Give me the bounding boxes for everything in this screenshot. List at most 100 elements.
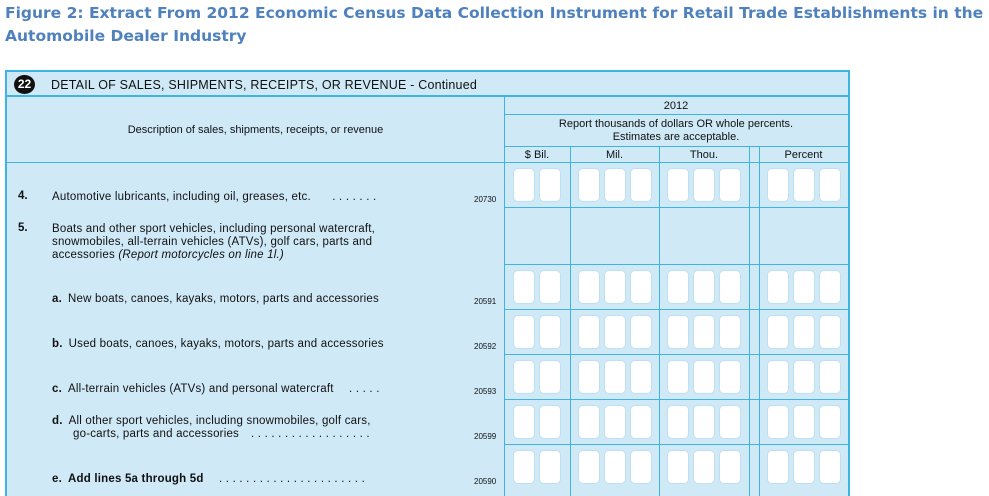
digit-cell[interactable]	[719, 270, 741, 304]
digit-cell[interactable]	[693, 405, 715, 439]
digit-cell[interactable]	[792, 405, 815, 439]
digit-cell[interactable]	[577, 360, 600, 394]
digit-cell[interactable]	[667, 168, 689, 202]
digit-cell[interactable]	[719, 168, 741, 202]
digit-cell[interactable]	[667, 315, 689, 349]
line-4-thou-input[interactable]	[659, 168, 749, 202]
digit-cell[interactable]	[539, 450, 561, 484]
digit-cell[interactable]	[667, 360, 689, 394]
digit-cell[interactable]	[792, 450, 815, 484]
digit-cell[interactable]	[629, 315, 652, 349]
line-5c-percent-input[interactable]	[759, 360, 848, 394]
line-5c-thou-input[interactable]	[659, 360, 749, 394]
digit-cell[interactable]	[818, 168, 841, 202]
line-5b-percent-input[interactable]	[759, 315, 848, 349]
line-5b-mil-input[interactable]	[570, 315, 659, 349]
section-title: DETAIL OF SALES, SHIPMENTS, RECEIPTS, OR…	[51, 78, 478, 92]
entry-row-divider	[504, 264, 848, 265]
digit-cell[interactable]	[818, 360, 841, 394]
digit-cell[interactable]	[513, 315, 535, 349]
line-5a-code: 20591	[474, 297, 497, 306]
line-5e-thou-input[interactable]	[659, 450, 749, 484]
digit-cell[interactable]	[603, 168, 626, 202]
digit-cell[interactable]	[513, 360, 535, 394]
digit-cell[interactable]	[766, 315, 789, 349]
digit-cell[interactable]	[513, 450, 535, 484]
digit-cell[interactable]	[792, 315, 815, 349]
digit-cell[interactable]	[539, 315, 561, 349]
line-5d-bil-input[interactable]	[504, 405, 570, 439]
digit-cell[interactable]	[693, 450, 715, 484]
digit-cell[interactable]	[693, 360, 715, 394]
digit-cell[interactable]	[629, 450, 652, 484]
line-4-percent-input[interactable]	[759, 168, 848, 202]
digit-cell[interactable]	[513, 270, 535, 304]
digit-cell[interactable]	[719, 405, 741, 439]
digit-cell[interactable]	[766, 270, 789, 304]
digit-cell[interactable]	[603, 405, 626, 439]
digit-cell[interactable]	[629, 270, 652, 304]
digit-cell[interactable]	[766, 168, 789, 202]
line-5a-percent-input[interactable]	[759, 270, 848, 304]
digit-cell[interactable]	[818, 450, 841, 484]
digit-cell[interactable]	[693, 168, 715, 202]
line-5a-mil-input[interactable]	[570, 270, 659, 304]
line-5e-leader-dots: . . . . . . . . . . . . . . . . . . . . …	[219, 473, 365, 485]
digit-cell[interactable]	[577, 405, 600, 439]
digit-cell[interactable]	[719, 450, 741, 484]
digit-cell[interactable]	[629, 168, 652, 202]
digit-cell[interactable]	[513, 168, 535, 202]
digit-cell[interactable]	[792, 270, 815, 304]
digit-cell[interactable]	[577, 270, 600, 304]
line-5e-percent-input[interactable]	[759, 450, 848, 484]
digit-cell[interactable]	[603, 360, 626, 394]
digit-cell[interactable]	[792, 360, 815, 394]
digit-cell[interactable]	[818, 270, 841, 304]
line-5d-mil-input[interactable]	[570, 405, 659, 439]
line-5d-letter: d.	[52, 415, 63, 427]
digit-cell[interactable]	[539, 360, 561, 394]
line-4-bil-input[interactable]	[504, 168, 570, 202]
digit-cell[interactable]	[719, 315, 741, 349]
digit-cell[interactable]	[513, 405, 535, 439]
digit-cell[interactable]	[539, 405, 561, 439]
digit-cell[interactable]	[766, 405, 789, 439]
digit-cell[interactable]	[577, 315, 600, 349]
line-5d-percent-input[interactable]	[759, 405, 848, 439]
digit-cell[interactable]	[577, 168, 600, 202]
digit-cell[interactable]	[667, 405, 689, 439]
line-5d-thou-input[interactable]	[659, 405, 749, 439]
digit-cell[interactable]	[603, 270, 626, 304]
column-header-bil: $ Bil.	[524, 149, 550, 161]
line-5c-mil-input[interactable]	[570, 360, 659, 394]
digit-cell[interactable]	[603, 315, 626, 349]
line-4-mil-input[interactable]	[570, 168, 659, 202]
digit-cell[interactable]	[818, 315, 841, 349]
digit-cell[interactable]	[792, 168, 815, 202]
line-5c-bil-input[interactable]	[504, 360, 570, 394]
digit-cell[interactable]	[766, 450, 789, 484]
digit-cell[interactable]	[693, 270, 715, 304]
line-5e-mil-input[interactable]	[570, 450, 659, 484]
digit-cell[interactable]	[603, 450, 626, 484]
digit-cell[interactable]	[629, 405, 652, 439]
line-5a-bil-input[interactable]	[504, 270, 570, 304]
line-5b-thou-input[interactable]	[659, 315, 749, 349]
digit-cell[interactable]	[667, 450, 689, 484]
digit-cell[interactable]	[766, 360, 789, 394]
line-5b-bil-input[interactable]	[504, 315, 570, 349]
digit-cell[interactable]	[667, 270, 689, 304]
digit-cell[interactable]	[539, 270, 561, 304]
section-number-badge: 22	[14, 75, 35, 94]
instructions-line-1: Report thousands of dollars OR whole per…	[558, 118, 794, 130]
digit-cell[interactable]	[818, 405, 841, 439]
digit-cell[interactable]	[719, 360, 741, 394]
digit-cell[interactable]	[539, 168, 561, 202]
digit-cell[interactable]	[629, 360, 652, 394]
digit-cell[interactable]	[577, 450, 600, 484]
line-4-description: Automotive lubricants, including oil, gr…	[52, 191, 376, 204]
line-5a-thou-input[interactable]	[659, 270, 749, 304]
digit-cell[interactable]	[693, 315, 715, 349]
divider-year-bottom	[504, 114, 848, 115]
line-5e-bil-input[interactable]	[504, 450, 570, 484]
